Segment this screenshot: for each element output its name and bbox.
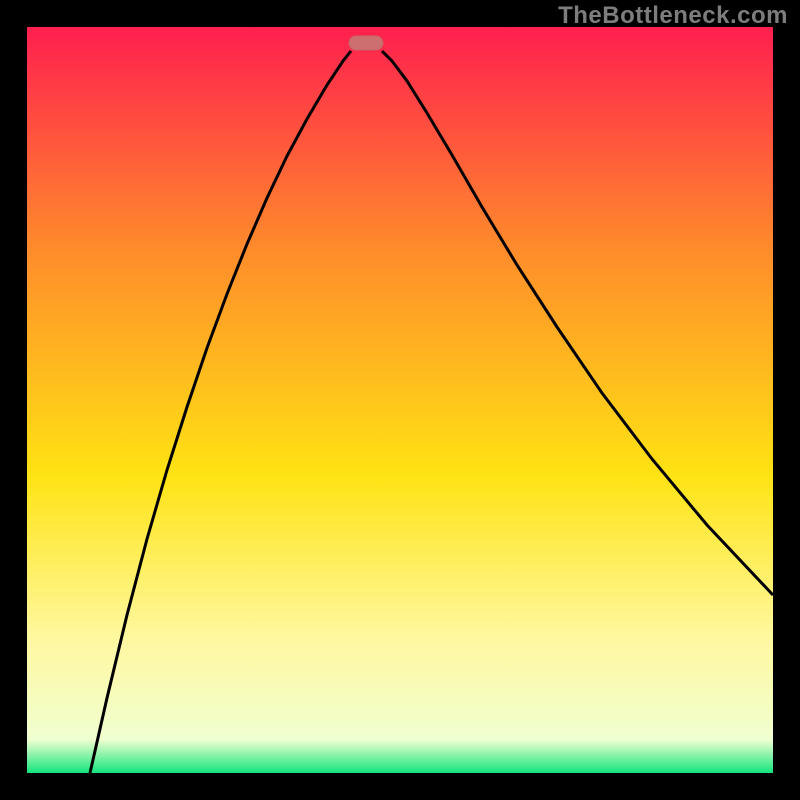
watermark-text: TheBottleneck.com <box>558 2 788 30</box>
bottleneck-marker <box>349 36 383 50</box>
gradient-background <box>27 27 773 773</box>
plot-area <box>27 27 773 773</box>
chart-svg <box>27 27 773 773</box>
outer-frame: TheBottleneck.com <box>0 0 800 800</box>
